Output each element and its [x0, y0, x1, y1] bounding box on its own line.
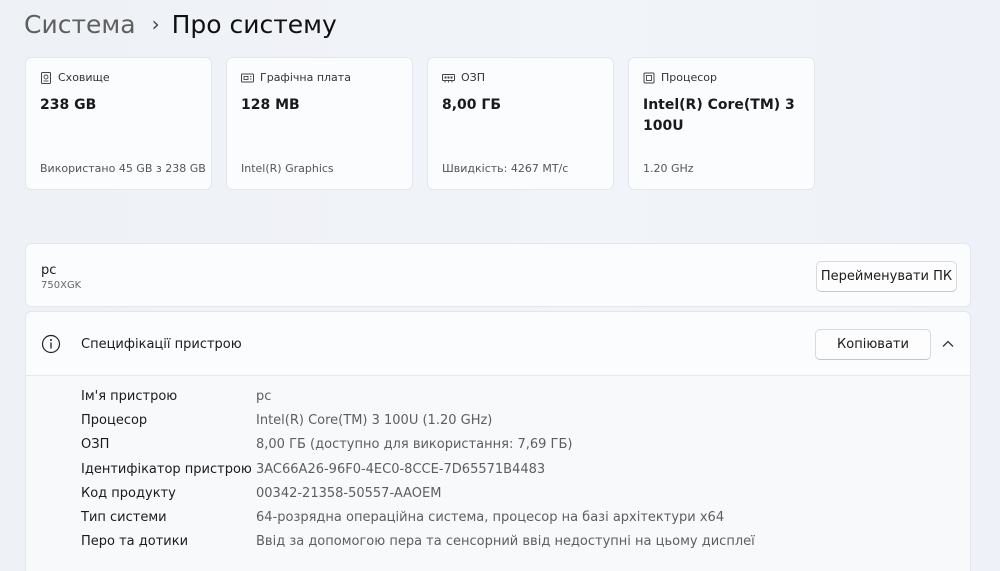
- pc-model: 750XGK: [41, 280, 82, 291]
- spec-rows: Ім'я пристрою pc Процесор Intel(R) Core(…: [81, 384, 755, 554]
- spec-value: 8,00 ГБ (доступно для використання: 7,69…: [256, 437, 573, 453]
- graphics-tile-header: Графічна плата: [241, 71, 351, 84]
- ram-icon: [442, 73, 455, 82]
- storage-tile-sub: Використано 45 GB з 238 GB: [40, 162, 206, 175]
- spec-row-processor: Процесор Intel(R) Core(TM) 3 100U (1.20 …: [81, 408, 755, 432]
- spec-row-pen-touch: Перо та дотики Ввід за допомогою пера та…: [81, 530, 755, 554]
- spec-label: Код продукту: [81, 485, 176, 501]
- ram-tile-sub: Швидкість: 4267 МТ/с: [442, 162, 569, 175]
- pc-name-card: pc 750XGK Перейменувати ПК: [25, 243, 971, 307]
- spec-value: pc: [256, 388, 272, 404]
- storage-icon: [41, 71, 51, 84]
- spec-label: Процесор: [81, 412, 148, 428]
- spec-row-ram: ОЗП 8,00 ГБ (доступно для використання: …: [81, 433, 755, 457]
- breadcrumb-separator: ›: [151, 12, 160, 36]
- spec-value: 00342-21358-50557-AAOEM: [256, 485, 442, 501]
- breadcrumb: Система › Про систему: [24, 6, 337, 42]
- graphics-card-icon: [241, 73, 254, 82]
- ram-tile: ОЗП 8,00 ГБ Швидкість: 4267 МТ/с: [427, 57, 614, 190]
- pc-name: pc: [41, 263, 57, 278]
- graphics-tile-sub: Intel(R) Graphics: [241, 162, 334, 175]
- spec-label: Перо та дотики: [81, 534, 189, 550]
- storage-tile-label: Сховище: [58, 71, 110, 84]
- breadcrumb-parent-system[interactable]: Система: [24, 10, 136, 39]
- storage-tile-header: Сховище: [40, 71, 110, 84]
- spec-value: Intel(R) Core(TM) 3 100U (1.20 GHz): [256, 412, 493, 428]
- spec-row-device-id: Ідентифікатор пристрою 3AC66A26-96F0-4EC…: [81, 457, 755, 481]
- ram-tile-label: ОЗП: [461, 71, 485, 84]
- storage-tile: Сховище 238 GB Використано 45 GB з 238 G…: [25, 57, 212, 190]
- ram-tile-value: 8,00 ГБ: [442, 97, 502, 113]
- processor-tile: Процесор Intel(R) Core(TM) 3 100U 1.20 G…: [628, 57, 815, 190]
- spec-label: Ідентифікатор пристрою: [81, 461, 252, 477]
- graphics-tile-label: Графічна плата: [260, 71, 351, 84]
- graphics-tile-value: 128 MB: [241, 97, 300, 113]
- processor-icon: [643, 72, 655, 83]
- page-title: Про систему: [171, 9, 337, 39]
- rename-pc-button[interactable]: Перейменувати ПК: [816, 261, 957, 292]
- spec-label: ОЗП: [81, 437, 110, 453]
- spec-value: 64-розрядна операційна система, процесор…: [256, 510, 725, 526]
- device-specifications-header[interactable]: Специфікації пристрою Копіювати: [26, 312, 970, 376]
- processor-tile-label: Процесор: [661, 71, 717, 84]
- processor-tile-header: Процесор: [643, 71, 717, 84]
- device-specifications-section: Специфікації пристрою Копіювати Ім'я при…: [25, 311, 971, 571]
- spec-label: Ім'я пристрою: [81, 388, 178, 404]
- spec-value: Ввід за допомогою пера та сенсорний ввід…: [256, 534, 755, 550]
- info-icon: [41, 334, 61, 354]
- spec-value: 3AC66A26-96F0-4EC0-8CCE-7D65571B4483: [256, 461, 546, 477]
- spec-row-product-id: Код продукту 00342-21358-50557-AAOEM: [81, 481, 755, 505]
- storage-tile-value: 238 GB: [40, 97, 97, 113]
- processor-tile-sub: 1.20 GHz: [643, 162, 694, 175]
- ram-tile-header: ОЗП: [442, 71, 485, 84]
- graphics-tile: Графічна плата 128 MB Intel(R) Graphics: [226, 57, 413, 190]
- processor-tile-value: Intel(R) Core(TM) 3 100U: [643, 97, 795, 134]
- spec-row-device-name: Ім'я пристрою pc: [81, 384, 755, 408]
- spec-label: Тип системи: [81, 510, 167, 526]
- copy-button[interactable]: Копіювати: [815, 329, 931, 360]
- chevron-up-icon[interactable]: [940, 336, 956, 352]
- spec-row-system-type: Тип системи 64-розрядна операційна систе…: [81, 505, 755, 529]
- device-specifications-title: Специфікації пристрою: [81, 337, 242, 352]
